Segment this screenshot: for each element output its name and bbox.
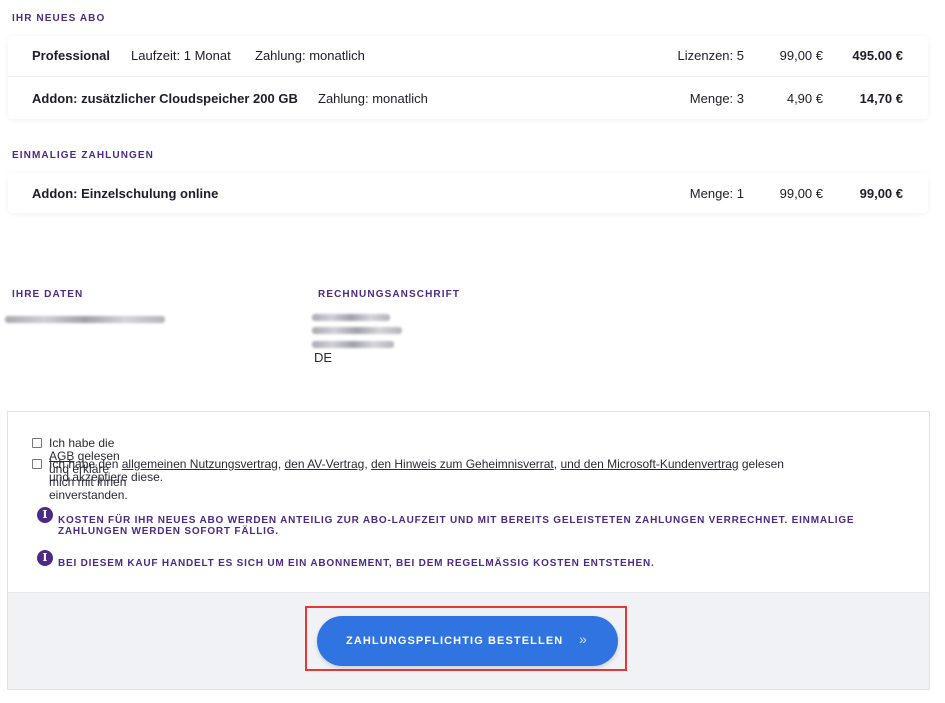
- one-time-heading: EINMALIGE ZAHLUNGEN: [12, 150, 155, 161]
- contracts-suffix: gelesen: [738, 457, 784, 471]
- billing-address-heading: RECHNUNGSANSCHRIFT: [318, 289, 461, 300]
- chevron-right-double-icon: »: [579, 631, 587, 647]
- one-time-card: Addon: Einzelschulung online Menge: 1 99…: [8, 173, 928, 213]
- item-quantity: Lizenzen: 5: [677, 48, 745, 63]
- item-total: 99,00 €: [859, 186, 903, 201]
- subscription-row-cloudspeicher: Addon: zusätzlicher Cloudspeicher 200 GB…: [8, 77, 928, 119]
- order-button[interactable]: ZAHLUNGSPFLICHTIG BESTELLEN »: [317, 616, 618, 666]
- geheimnisverrat-link[interactable]: den Hinweis zum Geheimnisverrat: [371, 457, 554, 471]
- info-subscription-text: BEI DIESEM KAUF HANDELT ES SICH UM EIN A…: [58, 558, 655, 569]
- contracts-prefix: Ich habe den: [49, 457, 122, 471]
- one-time-row-schulung: Addon: Einzelschulung online Menge: 1 99…: [8, 173, 928, 213]
- item-quantity: Menge: 3: [689, 91, 744, 106]
- info-icon: i: [37, 507, 53, 523]
- agb-prefix: Ich habe die: [49, 436, 115, 450]
- item-unit-price: 4,90 €: [786, 91, 823, 106]
- contracts-line2: und akzeptiere diese.: [49, 470, 164, 484]
- billing-country: DE: [314, 350, 333, 365]
- subscription-card: Professional Laufzeit: 1 Monat Zahlung: …: [8, 36, 928, 119]
- item-quantity: Menge: 1: [689, 186, 744, 201]
- redacted-name: [5, 316, 165, 323]
- redacted-address-line-2: [312, 327, 402, 334]
- item-total: 495.00 €: [852, 48, 903, 63]
- info-prorated-text: KOSTEN FÜR IHR NEUES ABO WERDEN ANTEILIG…: [58, 515, 855, 537]
- agb-checkbox[interactable]: [32, 438, 42, 448]
- item-name: Addon: Einzelschulung online: [32, 186, 219, 201]
- item-payment: Zahlung: monatlich: [318, 91, 428, 106]
- redacted-address-line-1: [312, 314, 390, 321]
- redacted-address-line-3: [312, 341, 394, 348]
- nutzungsvertrag-link[interactable]: allgemeinen Nutzungsvertrag: [122, 457, 278, 471]
- item-name: Professional: [32, 48, 111, 63]
- separator: ,: [364, 457, 372, 471]
- separator: ,: [277, 457, 285, 471]
- subscription-row-professional: Professional Laufzeit: 1 Monat Zahlung: …: [8, 36, 928, 76]
- item-name: Addon: zusätzlicher Cloudspeicher 200 GB: [32, 91, 298, 106]
- microsoft-kundenvertrag-link[interactable]: und den Microsoft-Kundenvertrag: [560, 457, 738, 471]
- contracts-consent-text: Ich habe den allgemeinen Nutzungsvertrag…: [49, 458, 899, 484]
- item-payment: Zahlung: monatlich: [255, 48, 365, 63]
- item-unit-price: 99,00 €: [779, 186, 823, 201]
- your-data-heading: IHRE DATEN: [12, 289, 84, 300]
- av-vertrag-link[interactable]: den AV-Vertrag: [285, 457, 365, 471]
- item-duration: Laufzeit: 1 Monat: [131, 48, 231, 63]
- item-total: 14,70 €: [859, 91, 903, 106]
- info-icon: i: [37, 550, 53, 566]
- subscription-heading: IHR NEUES ABO: [12, 13, 106, 24]
- contracts-checkbox[interactable]: [32, 459, 42, 469]
- item-unit-price: 99,00 €: [779, 48, 823, 63]
- order-button-label: ZAHLUNGSPFLICHTIG BESTELLEN: [346, 635, 564, 647]
